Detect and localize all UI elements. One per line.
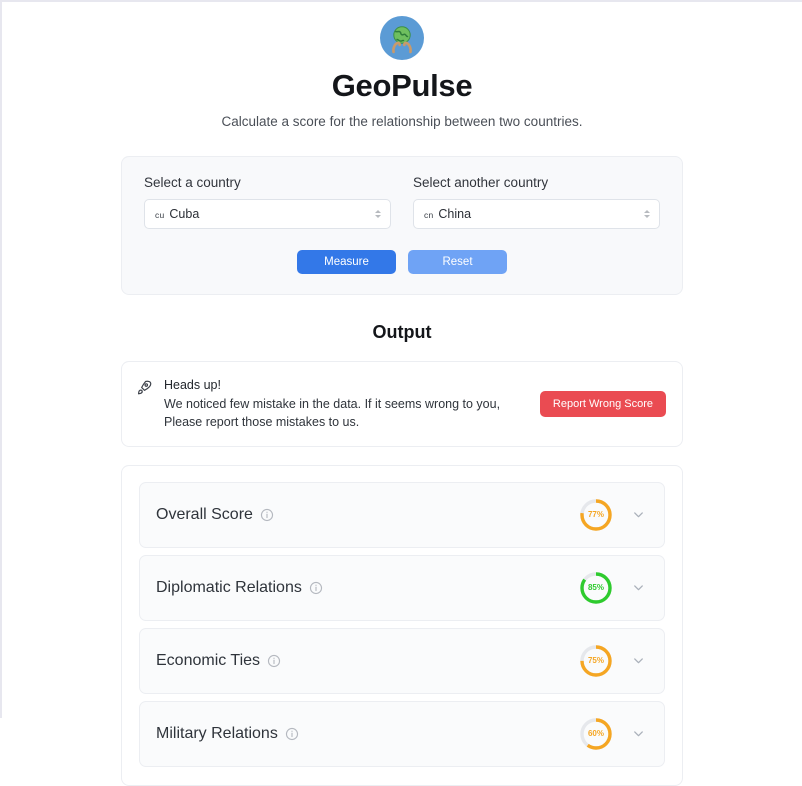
chevron-down-icon[interactable] bbox=[631, 653, 646, 668]
score-label: Economic Ties bbox=[156, 651, 261, 669]
score-ring: 85% bbox=[579, 571, 613, 605]
rocket-icon bbox=[136, 376, 154, 401]
score-ring: 75% bbox=[579, 644, 613, 678]
score-label-wrap: Overall Score bbox=[156, 506, 579, 524]
globe-in-hands-icon bbox=[380, 16, 424, 60]
alert-banner: Heads up! We noticed few mistake in the … bbox=[121, 361, 683, 447]
score-row[interactable]: Overall Score 77% bbox=[139, 481, 665, 548]
country-b-flag-code: cn bbox=[424, 210, 434, 220]
country-a-flag-code: cu bbox=[155, 210, 165, 220]
info-icon[interactable] bbox=[285, 727, 299, 741]
output-heading: Output bbox=[372, 322, 432, 342]
score-row[interactable]: Economic Ties 75% bbox=[139, 627, 665, 694]
score-label-wrap: Military Relations bbox=[156, 725, 579, 743]
alert-text: Heads up! We noticed few mistake in the … bbox=[164, 376, 530, 432]
form-actions: Measure Reset bbox=[144, 250, 660, 274]
country-b-field: Select another country cn China bbox=[413, 175, 660, 229]
reset-button[interactable]: Reset bbox=[408, 250, 507, 274]
score-ring: 77% bbox=[579, 498, 613, 532]
info-icon[interactable] bbox=[267, 654, 281, 668]
app-header: GeoPulse Calculate a score for the relat… bbox=[2, 2, 802, 129]
country-b-value: China bbox=[438, 207, 472, 221]
alert-line-2: Please report those mistakes to us. bbox=[164, 415, 360, 429]
info-icon[interactable] bbox=[260, 508, 274, 522]
country-form-card: Select a country cu Cuba Select another … bbox=[121, 156, 683, 295]
score-label: Overall Score bbox=[156, 505, 253, 523]
score-value: 85% bbox=[587, 583, 604, 592]
score-label: Military Relations bbox=[156, 724, 278, 742]
score-list: Overall Score 77% Diplomatic Relations 85% E… bbox=[121, 464, 683, 786]
page-title: GeoPulse bbox=[331, 68, 473, 103]
info-icon[interactable] bbox=[309, 581, 323, 595]
score-label: Diplomatic Relations bbox=[156, 578, 302, 596]
chevron-updown-icon[interactable] bbox=[644, 210, 650, 218]
app-page: GeoPulse Calculate a score for the relat… bbox=[2, 2, 802, 786]
measure-button[interactable]: Measure bbox=[297, 250, 396, 274]
score-label-wrap: Diplomatic Relations bbox=[156, 579, 579, 597]
chevron-down-icon[interactable] bbox=[631, 726, 646, 741]
chevron-down-icon[interactable] bbox=[631, 507, 646, 522]
score-ring: 60% bbox=[579, 717, 613, 751]
page-subtitle: Calculate a score for the relationship b… bbox=[221, 114, 583, 129]
score-row[interactable]: Diplomatic Relations 85% bbox=[139, 554, 665, 621]
country-a-field: Select a country cu Cuba bbox=[144, 175, 391, 229]
country-b-select[interactable]: cn China bbox=[413, 199, 660, 229]
report-wrong-score-button[interactable]: Report Wrong Score bbox=[539, 390, 666, 417]
score-label-wrap: Economic Ties bbox=[156, 652, 579, 670]
score-value: 77% bbox=[587, 510, 604, 519]
score-row[interactable]: Military Relations 60% bbox=[139, 700, 665, 767]
country-a-select[interactable]: cu Cuba bbox=[144, 199, 391, 229]
alert-line-1: We noticed few mistake in the data. If i… bbox=[164, 396, 501, 411]
country-b-label: Select another country bbox=[413, 175, 549, 190]
alert-heading: Heads up! bbox=[164, 378, 221, 392]
country-field-row: Select a country cu Cuba Select another … bbox=[144, 175, 660, 229]
chevron-down-icon[interactable] bbox=[631, 580, 646, 595]
score-value: 75% bbox=[587, 656, 604, 665]
chevron-updown-icon[interactable] bbox=[375, 210, 381, 218]
score-value: 60% bbox=[587, 729, 604, 738]
country-a-label: Select a country bbox=[144, 175, 241, 190]
country-a-value: Cuba bbox=[169, 207, 200, 221]
